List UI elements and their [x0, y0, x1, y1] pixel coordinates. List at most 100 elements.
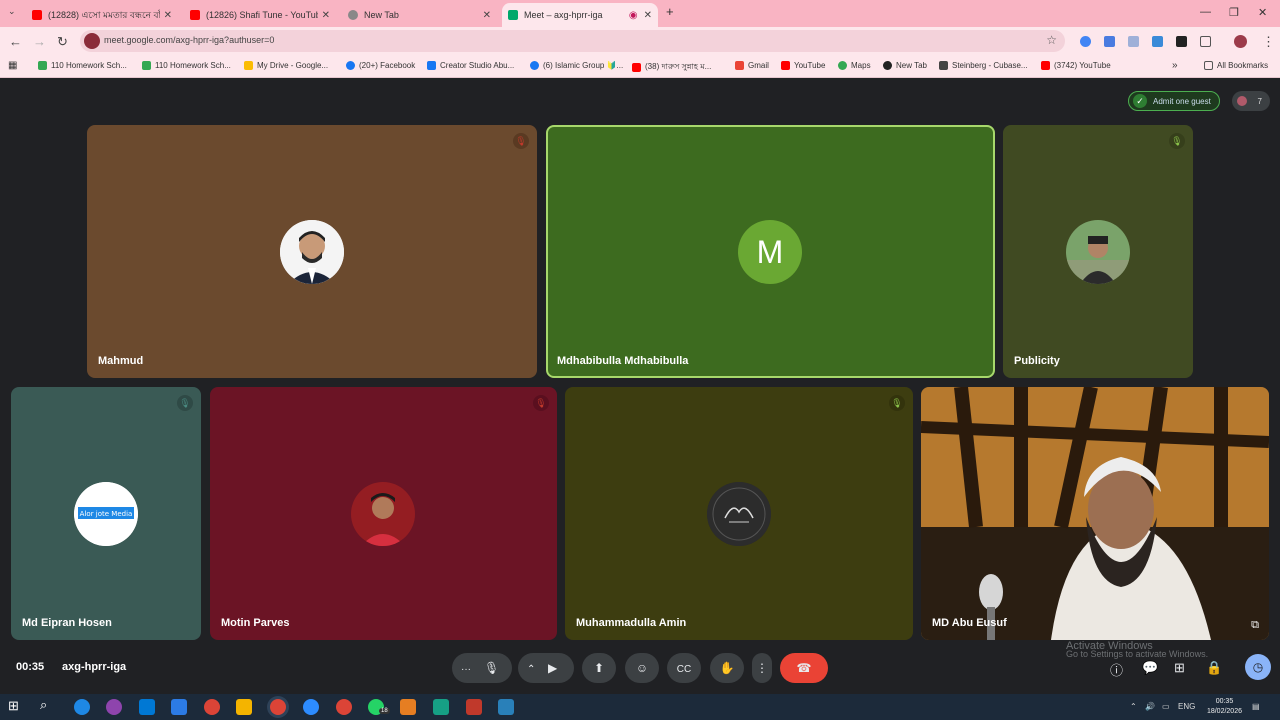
chrome-active-icon[interactable] — [270, 699, 286, 715]
notifications-icon[interactable]: ▤ — [1252, 702, 1260, 711]
tab-search-icon[interactable]: ⌄ — [8, 6, 16, 17]
tab-3[interactable]: New Tab ✕ — [342, 3, 497, 27]
more-bookmarks-icon[interactable]: » — [1172, 60, 1178, 71]
system-clock[interactable]: 00:35 18/02/2026 — [1207, 697, 1242, 717]
mic-icon[interactable]: 🎙 — [484, 653, 499, 683]
bookmark-item[interactable]: YouTube — [781, 61, 825, 70]
profile-avatar[interactable] — [1234, 35, 1247, 48]
check-icon: ✓ — [1133, 94, 1147, 108]
bookmark-item[interactable]: My Drive - Google... — [244, 61, 328, 70]
tab-strip: ⌄ (12828) এসো মমতার বন্ধনে বাঁ ✕ (12826)… — [0, 0, 1280, 27]
chrome-icon[interactable] — [204, 699, 220, 715]
translate-icon[interactable] — [1104, 36, 1115, 47]
search-icon[interactable]: ⌕ — [40, 697, 56, 713]
participant-tile-publicity[interactable]: 🎙 Publicity — [1003, 125, 1193, 378]
chrome-icon[interactable] — [336, 699, 352, 715]
outlook-icon[interactable] — [139, 699, 155, 715]
reactions-button[interactable]: ☺ — [625, 653, 659, 683]
more-options-button[interactable]: ⋮ — [752, 653, 772, 683]
pin-icon[interactable]: ⧉ — [1251, 619, 1259, 632]
close-icon[interactable]: ✕ — [644, 10, 652, 21]
participant-avatars-icon — [1237, 96, 1247, 106]
app-icon[interactable] — [498, 699, 514, 715]
file-explorer-icon[interactable] — [236, 699, 252, 715]
participant-tile-md-eipran-hosen[interactable]: 🎙 Alor jote Media Md Eipran Hosen — [11, 387, 201, 640]
back-icon[interactable]: ← — [9, 34, 22, 49]
notification-badge: 18 — [379, 708, 390, 714]
tab-2[interactable]: (12826) Shafi Tune - YouTube ✕ — [184, 3, 336, 27]
bookmark-item[interactable]: (6) Islamic Group 🔰... — [530, 61, 623, 70]
reload-icon[interactable]: ↻ — [57, 34, 68, 50]
raise-hand-button[interactable]: ✋ — [710, 653, 744, 683]
people-button[interactable]: 7 — [1232, 91, 1270, 111]
bookmark-item[interactable]: (20+) Facebook — [346, 61, 415, 70]
bookmark-item[interactable]: Maps — [838, 61, 871, 70]
speaker-icon[interactable]: 🔊 — [1145, 702, 1155, 711]
host-controls-icon[interactable]: 🔒 — [1206, 660, 1222, 676]
activities-icon[interactable]: ⊞ — [1174, 660, 1185, 676]
new-tab-button[interactable]: + — [666, 4, 674, 19]
bookmark-item[interactable]: (38) দারুস সুন্নাহ ম... — [632, 61, 711, 74]
bookmark-item[interactable]: 110 Homework Sch... — [38, 61, 127, 70]
logo-text: Alor jote Media — [80, 510, 133, 518]
forward-icon[interactable]: → — [33, 34, 46, 49]
chat-icon[interactable]: 💬 — [1142, 660, 1158, 676]
menu-icon[interactable]: ⋮ — [1262, 34, 1275, 50]
participant-tile-mahmud[interactable]: 🎙 Mahmud — [87, 125, 537, 378]
tab-1[interactable]: (12828) এসো মমতার বন্ধনে বাঁ ✕ — [26, 3, 178, 27]
participant-tile-motin-parves[interactable]: 🎙 Motin Parves — [210, 387, 557, 640]
more-mic-options-button[interactable]: ··· 🎙 — [452, 653, 512, 683]
mic-off-icon: 🎙 — [1169, 133, 1185, 149]
minimize-button[interactable]: — — [1200, 6, 1211, 18]
window-close-button[interactable]: ✕ — [1258, 6, 1267, 19]
meeting-time: 00:35 — [16, 661, 45, 673]
network-icon[interactable]: ▭ — [1162, 702, 1170, 711]
zoom-icon[interactable] — [303, 699, 319, 715]
admit-guest-button[interactable]: ✓ Admit one guest — [1128, 91, 1220, 111]
bookmark-item[interactable]: Steinberg - Cubase... — [939, 61, 1028, 70]
participant-tile-muhammadulla-amin[interactable]: 🎙 Muhammadulla Amin — [565, 387, 913, 640]
edge-icon[interactable] — [74, 699, 90, 715]
bookmark-item[interactable]: 110 Homework Sch... — [142, 61, 231, 70]
extension-icon[interactable] — [1128, 36, 1139, 47]
close-icon[interactable]: ✕ — [164, 10, 172, 21]
start-icon[interactable]: ⊞ — [8, 698, 24, 714]
puzzle-icon[interactable] — [1200, 36, 1211, 47]
close-icon[interactable]: ✕ — [322, 10, 330, 21]
restore-button[interactable]: ❐ — [1229, 6, 1239, 19]
store-icon[interactable] — [171, 699, 187, 715]
participant-name: Motin Parves — [221, 617, 290, 629]
bookmark-item[interactable]: Creator Studio Abu... — [427, 61, 514, 70]
participant-tile-mdhabibulla[interactable]: M Mdhabibulla Mdhabibulla — [546, 125, 995, 378]
extension-icon[interactable] — [1080, 36, 1091, 47]
extension-icon[interactable] — [1176, 36, 1187, 47]
site-info-icon[interactable] — [84, 33, 100, 49]
timer-icon[interactable]: ◷ — [1245, 654, 1271, 680]
bookmark-star-icon[interactable]: ☆ — [1046, 33, 1057, 47]
camera-icon[interactable]: ▶ — [548, 653, 557, 683]
download-icon[interactable] — [433, 699, 449, 715]
mic-off-icon: 🎙 — [533, 395, 549, 411]
tab-4-active[interactable]: Meet – axg-hprr-iga ◉ ✕ — [502, 3, 658, 27]
capcut-icon[interactable] — [466, 699, 482, 715]
clock-time: 00:35 — [1215, 698, 1234, 705]
extension-icon[interactable] — [1152, 36, 1163, 47]
app-icon[interactable] — [400, 699, 416, 715]
copilot-icon[interactable] — [106, 699, 122, 715]
camera-options-button[interactable]: ⌃ ▶ — [518, 653, 574, 683]
close-icon[interactable]: ✕ — [483, 10, 491, 21]
bookmark-item[interactable]: Gmail — [735, 61, 769, 70]
captions-button[interactable]: CC — [667, 653, 701, 683]
language-indicator[interactable]: ENG — [1178, 702, 1195, 711]
present-button[interactable]: ⬆ — [582, 653, 616, 683]
participant-name: Publicity — [1014, 355, 1060, 367]
tray-expand-icon[interactable]: ⌃ — [1130, 702, 1137, 711]
leave-call-button[interactable]: ☎ — [780, 653, 828, 683]
participant-tile-md-abu-eusuf[interactable]: MD Abu Eusuf ⧉ — [921, 387, 1269, 640]
address-bar[interactable]: meet.google.com/axg-hprr-iga?authuser=0 … — [80, 30, 1065, 52]
info-icon[interactable]: ⓘ — [1110, 660, 1123, 679]
apps-icon[interactable]: ▦ — [8, 60, 17, 71]
bookmark-item[interactable]: (3742) YouTube — [1041, 61, 1111, 70]
all-bookmarks[interactable]: All Bookmarks — [1204, 61, 1268, 70]
bookmark-item[interactable]: New Tab — [883, 61, 927, 70]
